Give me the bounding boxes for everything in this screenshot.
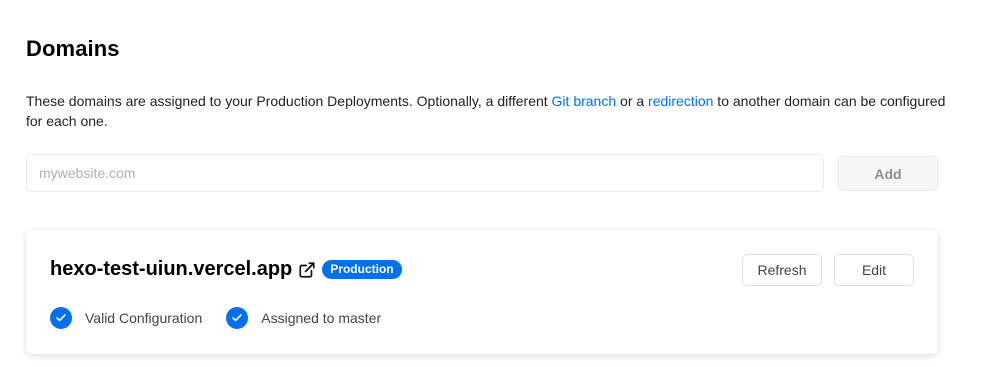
status-valid-configuration: Valid Configuration xyxy=(50,307,202,329)
external-link-icon[interactable] xyxy=(298,261,316,279)
page-title: Domains xyxy=(26,36,120,61)
domain-card: hexo-test-uiun.vercel.app Production Ref… xyxy=(26,230,938,354)
add-domain-button[interactable]: Add xyxy=(838,156,938,191)
check-circle-icon xyxy=(226,307,249,329)
domains-settings-page: Domains These domains are assigned to yo… xyxy=(0,0,987,367)
domains-description: These domains are assigned to your Produ… xyxy=(26,91,956,131)
production-badge: Production xyxy=(322,260,402,279)
domain-input[interactable] xyxy=(26,154,824,192)
description-text-middle: or a xyxy=(616,93,649,109)
domain-name-link[interactable]: hexo-test-uiun.vercel.app xyxy=(50,258,292,281)
refresh-button[interactable]: Refresh xyxy=(742,254,822,286)
git-branch-link[interactable]: Git branch xyxy=(552,93,617,109)
domain-header: hexo-test-uiun.vercel.app Production xyxy=(50,258,402,281)
redirection-link[interactable]: redirection xyxy=(648,93,713,109)
status-label: Valid Configuration xyxy=(85,310,203,326)
check-circle-icon xyxy=(50,307,72,329)
edit-button[interactable]: Edit xyxy=(834,254,914,286)
description-text-start: These domains are assigned to your Produ… xyxy=(26,93,552,109)
status-row: Valid Configuration Assigned to master xyxy=(50,307,405,329)
status-label: Assigned to master xyxy=(261,310,382,326)
status-assigned-branch: Assigned to master xyxy=(226,307,381,329)
